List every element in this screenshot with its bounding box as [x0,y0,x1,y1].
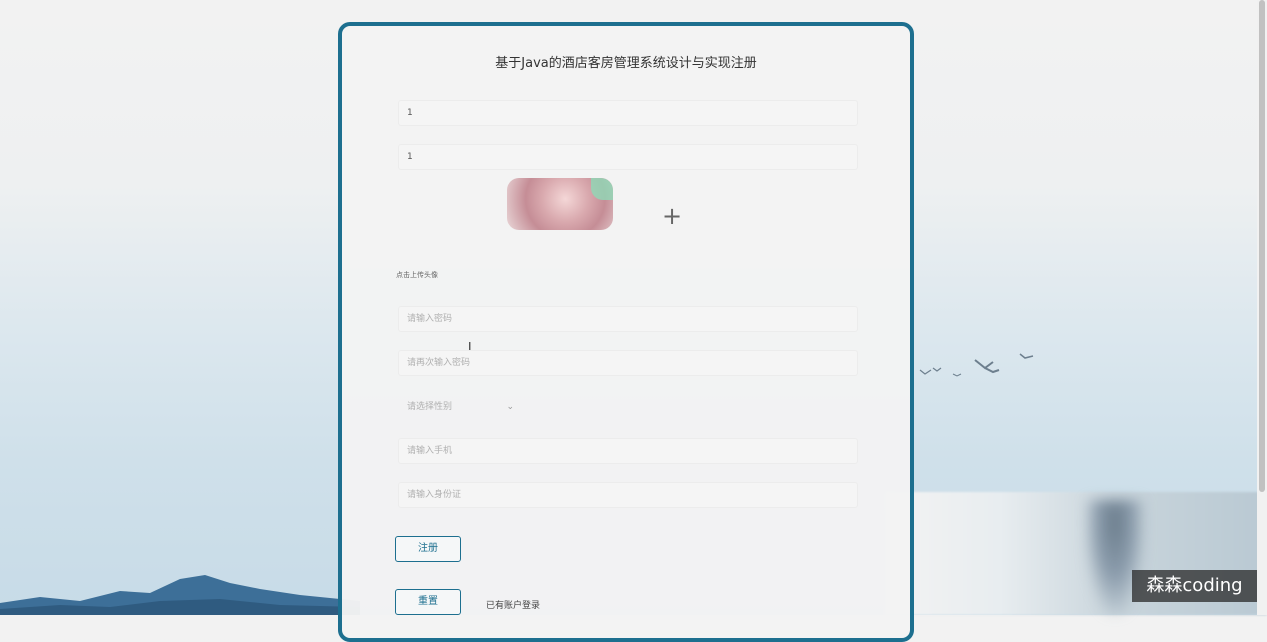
confirm-password-input[interactable]: 请再次输入密码 [398,350,858,376]
mountain-illustration [0,575,360,615]
chevron-down-icon: ⌄ [506,402,514,412]
phone-input[interactable]: 请输入手机 [398,438,858,464]
watermark: 森森coding [1132,570,1257,602]
upload-hint: 点击上传头像 [396,271,438,279]
password-input[interactable]: 请输入密码 [398,306,858,332]
plus-icon[interactable]: + [660,204,684,228]
register-button[interactable]: 注册 [395,536,461,562]
avatar-preview[interactable] [507,178,613,230]
login-link[interactable]: 已有账户登录 [486,598,540,611]
gender-select-value: 请选择性别 [407,402,453,412]
name-input[interactable]: 1 [398,144,858,170]
idcard-input[interactable]: 请输入身份证 [398,482,858,508]
account-input[interactable]: 1 [398,100,858,126]
page-title: 基于Java的酒店客房管理系统设计与实现注册 [495,56,757,71]
gender-select[interactable]: 请选择性别 ⌄ [398,394,523,420]
page-scrollbar[interactable] [1257,0,1267,615]
birds-illustration [919,353,1034,377]
reset-button[interactable]: 重置 [395,589,461,615]
register-card: 基于Java的酒店客房管理系统设计与实现注册 1 1 + 点击上传头像 请输入密… [338,22,914,642]
scrollbar-thumb[interactable] [1259,0,1265,492]
